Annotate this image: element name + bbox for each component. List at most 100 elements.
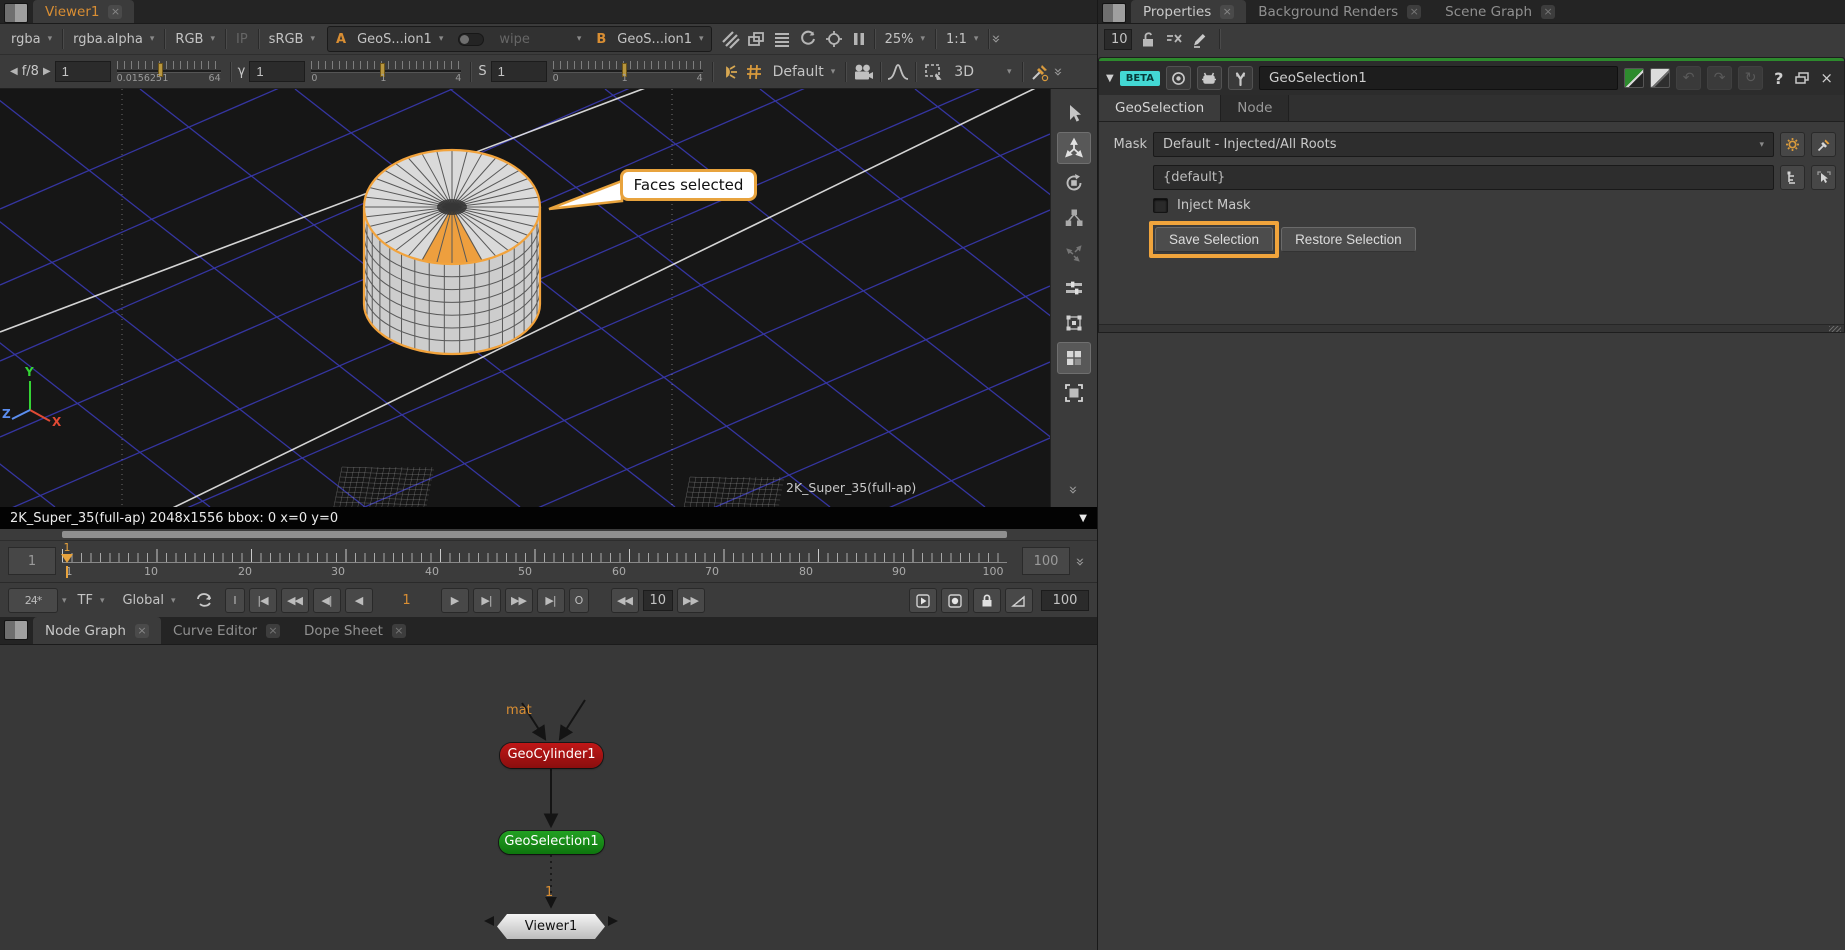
rotate-tool-icon[interactable]: [1057, 167, 1091, 199]
tab-curve-editor[interactable]: Curve Editor×: [161, 617, 292, 644]
node-geocylinder1[interactable]: GeoCylinder1: [500, 743, 603, 768]
set-in-button[interactable]: I: [225, 588, 245, 613]
revert-icon[interactable]: ↻: [1738, 66, 1763, 90]
grid-hash-icon[interactable]: [742, 63, 766, 81]
alpha-layer-dropdown[interactable]: rgba.alpha▾: [66, 32, 161, 47]
vertex-select-tool-icon[interactable]: [1057, 307, 1091, 339]
step-forward-button[interactable]: ▶|: [473, 588, 501, 613]
frame-increment-field[interactable]: 10: [643, 590, 673, 611]
restore-selection-button[interactable]: Restore Selection: [1281, 227, 1416, 252]
tab-geoselection[interactable]: GeoSelection: [1099, 95, 1221, 121]
gaussian-curve-icon[interactable]: [884, 62, 912, 82]
camera-icon[interactable]: [849, 62, 877, 82]
layer-dropdown[interactable]: rgba▾: [4, 32, 59, 47]
tab-node[interactable]: Node: [1221, 95, 1289, 121]
pause-icon[interactable]: [847, 30, 871, 48]
flipbook-ramp-icon[interactable]: [1005, 588, 1033, 613]
close-icon[interactable]: ×: [1407, 5, 1421, 19]
close-all-panels-icon[interactable]: [1165, 31, 1183, 47]
help-icon[interactable]: ?: [1769, 69, 1788, 88]
range-start-box[interactable]: 1: [8, 547, 56, 575]
zoom-level-dropdown[interactable]: 25%▾: [878, 32, 932, 47]
close-icon[interactable]: ×: [266, 624, 280, 638]
set-out-button[interactable]: O: [569, 588, 589, 613]
fstop-next-icon[interactable]: ▶: [39, 66, 55, 77]
toolbar2-overflow-icon[interactable]: »: [1049, 67, 1067, 76]
playback-end-field[interactable]: 100: [1041, 590, 1089, 611]
saturation-input[interactable]: [491, 61, 547, 82]
marquee-select-icon[interactable]: [919, 62, 947, 82]
goto-end-button[interactable]: ▶|: [537, 588, 565, 613]
tab-scene-graph[interactable]: Scene Graph×: [1433, 0, 1567, 23]
node-chip-icon[interactable]: [1197, 66, 1222, 90]
view-mode-dropdown[interactable]: 3D▾: [947, 64, 1018, 80]
gain-input[interactable]: [55, 61, 111, 82]
range-dropdown[interactable]: Global▾: [115, 593, 182, 608]
undo-icon[interactable]: ↶: [1676, 66, 1701, 90]
channels-dropdown[interactable]: RGB▾: [168, 32, 222, 47]
close-icon[interactable]: ×: [135, 624, 149, 638]
input-process-toggle[interactable]: IP: [229, 32, 255, 47]
scatter-tool-icon[interactable]: [1057, 237, 1091, 269]
tab-properties[interactable]: Properties×: [1131, 0, 1246, 23]
status-dropdown-icon[interactable]: ▼: [1079, 513, 1087, 524]
redo-icon[interactable]: ↷: [1707, 66, 1732, 90]
tab-background-renders[interactable]: Background Renders×: [1246, 0, 1433, 23]
timeline-overflow-icon[interactable]: »: [1072, 557, 1090, 566]
close-icon[interactable]: ×: [1541, 5, 1555, 19]
mask-dropdown[interactable]: Default - Injected/All Roots ▾: [1153, 132, 1774, 157]
mask-gear-icon[interactable]: [1780, 132, 1805, 157]
headlamp-icon[interactable]: [716, 62, 742, 82]
node-viewer1[interactable]: Viewer1: [497, 914, 605, 939]
next-keyframe-button[interactable]: ▶▶: [505, 588, 533, 613]
playhead[interactable]: 1: [60, 541, 74, 578]
view-preset-dropdown[interactable]: Default▾: [766, 64, 843, 80]
gamma-input[interactable]: [249, 61, 305, 82]
fstop-label[interactable]: f/8: [22, 64, 39, 79]
fps-dropdown[interactable]: 24*: [8, 588, 58, 613]
node-name-field[interactable]: GeoSelection1: [1259, 66, 1618, 90]
tab-dope-sheet[interactable]: Dope Sheet×: [292, 617, 418, 644]
gamma-slider[interactable]: 0 1 4: [311, 59, 461, 85]
select-tool-icon[interactable]: [1057, 97, 1091, 129]
wrench-icon[interactable]: [1228, 66, 1253, 90]
timeline-zoom-bar[interactable]: [62, 531, 1007, 538]
node-color-swatch[interactable]: [1624, 68, 1644, 88]
skip-back-button[interactable]: ◀◀: [611, 588, 639, 613]
center-node-icon[interactable]: [1166, 66, 1191, 90]
flipbook-play-icon[interactable]: [909, 588, 937, 613]
tab-node-graph[interactable]: Node Graph×: [33, 617, 161, 644]
gain-slider[interactable]: 0.015625 1 64: [117, 59, 221, 85]
current-frame-field[interactable]: 1: [377, 593, 437, 608]
mask-eyedropper-icon[interactable]: [1811, 132, 1836, 157]
pivot-tool-icon[interactable]: [1057, 202, 1091, 234]
panel-collapse-icon[interactable]: ▼: [1106, 73, 1114, 84]
tab-viewer1[interactable]: Viewer1 ×: [33, 0, 134, 23]
pixel-aspect-dropdown[interactable]: 1:1▾: [939, 32, 985, 47]
play-backward-button[interactable]: ◀: [345, 588, 373, 613]
saturation-slider[interactable]: 0 1 4: [553, 59, 703, 85]
b-input-dropdown[interactable]: GeoS...ion1▾: [610, 32, 710, 47]
inject-mask-checkbox[interactable]: [1153, 198, 1168, 213]
object-select-tool-icon[interactable]: [1057, 377, 1091, 409]
close-icon[interactable]: ×: [1220, 5, 1234, 19]
prev-keyframe-button[interactable]: ◀◀: [281, 588, 309, 613]
roi-layers-icon[interactable]: [743, 29, 769, 49]
edit-pencil-icon[interactable]: [1191, 31, 1208, 48]
timeline-ruler[interactable]: 1 10 20 30 40 50 60 70 80 90 100: [62, 544, 1007, 580]
refresh-icon[interactable]: [795, 29, 821, 49]
node-geoselection1[interactable]: GeoSelection1: [499, 831, 604, 854]
mask-expression-field[interactable]: {default}: [1153, 165, 1774, 190]
play-forward-button[interactable]: ▶: [441, 588, 469, 613]
tf-dropdown[interactable]: TF▾: [71, 593, 112, 608]
lut-dropdown[interactable]: sRGB▾: [262, 32, 322, 47]
node-graph-canvas[interactable]: mat 1 GeoCylinder1 GeoSelection1 Viewer1: [0, 645, 1097, 950]
panel-color-swatch[interactable]: [1650, 68, 1670, 88]
float-panel-icon[interactable]: [1794, 71, 1810, 85]
wipe-toggle[interactable]: [458, 33, 484, 46]
pick-from-viewer-icon[interactable]: [1811, 165, 1836, 190]
render-record-icon[interactable]: [941, 588, 969, 613]
lock-range-icon[interactable]: [973, 588, 1001, 613]
playback-mode-icon[interactable]: [187, 591, 221, 611]
toolbar-overflow-icon[interactable]: »: [988, 34, 1006, 43]
